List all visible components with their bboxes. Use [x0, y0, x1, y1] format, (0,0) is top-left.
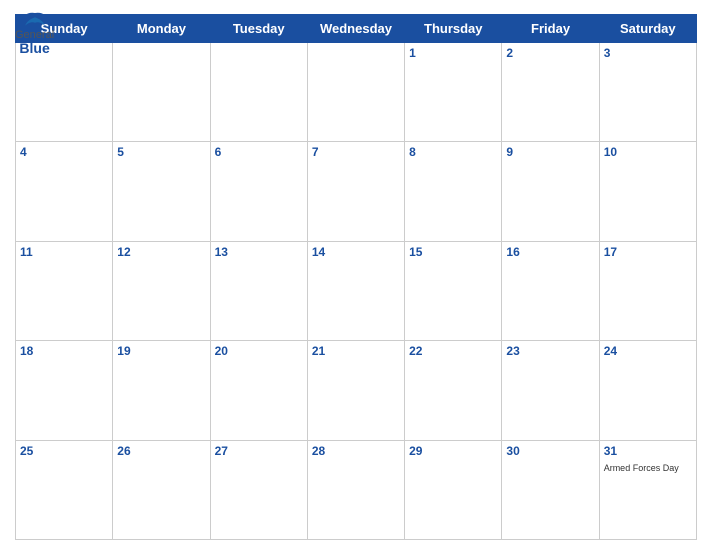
- calendar-table: SundayMondayTuesdayWednesdayThursdayFrid…: [15, 14, 697, 540]
- calendar-cell: 5: [113, 142, 210, 241]
- day-number: 20: [215, 344, 303, 358]
- calendar-cell: 11: [16, 241, 113, 340]
- calendar-cell: [307, 43, 404, 142]
- calendar-cell: 24: [599, 341, 696, 440]
- day-number: 12: [117, 245, 205, 259]
- day-number: 23: [506, 344, 594, 358]
- day-number: 25: [20, 444, 108, 458]
- weekday-monday: Monday: [113, 15, 210, 43]
- day-number: 8: [409, 145, 497, 159]
- calendar-cell: 7: [307, 142, 404, 241]
- day-number: 6: [215, 145, 303, 159]
- calendar-cell: 1: [405, 43, 502, 142]
- day-number: 17: [604, 245, 692, 259]
- day-number: 30: [506, 444, 594, 458]
- week-row-3: 11 12 13 14 15 16 17: [16, 241, 697, 340]
- day-number: 2: [506, 46, 594, 60]
- calendar-cell: 23: [502, 341, 599, 440]
- calendar-cell: 4: [16, 142, 113, 241]
- day-number: 21: [312, 344, 400, 358]
- logo-blue: Blue: [19, 41, 49, 55]
- calendar-cell: 17: [599, 241, 696, 340]
- weekday-wednesday: Wednesday: [307, 15, 404, 43]
- calendar-cell: 31 Armed Forces Day: [599, 440, 696, 539]
- day-number: 7: [312, 145, 400, 159]
- calendar-cell: 14: [307, 241, 404, 340]
- calendar-cell: 20: [210, 341, 307, 440]
- day-number: 11: [20, 245, 108, 259]
- calendar-cell: [113, 43, 210, 142]
- day-number: 28: [312, 444, 400, 458]
- weekday-friday: Friday: [502, 15, 599, 43]
- day-number: 29: [409, 444, 497, 458]
- day-number: 19: [117, 344, 205, 358]
- day-number: 26: [117, 444, 205, 458]
- calendar-cell: 18: [16, 341, 113, 440]
- week-row-1: 123: [16, 43, 697, 142]
- day-number: 3: [604, 46, 692, 60]
- calendar-cell: 19: [113, 341, 210, 440]
- calendar-cell: 25: [16, 440, 113, 539]
- calendar-cell: 2: [502, 43, 599, 142]
- event-label: Armed Forces Day: [604, 463, 679, 473]
- day-number: 31: [604, 444, 692, 458]
- day-number: 22: [409, 344, 497, 358]
- calendar-cell: 27: [210, 440, 307, 539]
- calendar-cell: 9: [502, 142, 599, 241]
- calendar-cell: 15: [405, 241, 502, 340]
- logo: General Blue: [15, 10, 54, 55]
- calendar-cell: 3: [599, 43, 696, 142]
- calendar-cell: 6: [210, 142, 307, 241]
- day-number: 1: [409, 46, 497, 60]
- calendar-cell: [16, 43, 113, 142]
- day-number: 5: [117, 145, 205, 159]
- day-number: 9: [506, 145, 594, 159]
- weekday-thursday: Thursday: [405, 15, 502, 43]
- week-row-2: 456789 10: [16, 142, 697, 241]
- week-row-4: 18 19 20 21 22 23 24: [16, 341, 697, 440]
- day-number: 4: [20, 145, 108, 159]
- calendar-cell: 22: [405, 341, 502, 440]
- day-number: 24: [604, 344, 692, 358]
- calendar-cell: 12: [113, 241, 210, 340]
- day-number: 13: [215, 245, 303, 259]
- calendar-cell: 21: [307, 341, 404, 440]
- calendar-cell: 13: [210, 241, 307, 340]
- day-number: 10: [604, 145, 692, 159]
- day-number: 14: [312, 245, 400, 259]
- calendar-cell: 8: [405, 142, 502, 241]
- day-number: 18: [20, 344, 108, 358]
- calendar-cell: 16: [502, 241, 599, 340]
- calendar-cell: 28: [307, 440, 404, 539]
- calendar-cell: [210, 43, 307, 142]
- calendar-cell: 30: [502, 440, 599, 539]
- day-number: 15: [409, 245, 497, 259]
- day-number: 27: [215, 444, 303, 458]
- calendar-cell: 10: [599, 142, 696, 241]
- weekday-tuesday: Tuesday: [210, 15, 307, 43]
- calendar-cell: 29: [405, 440, 502, 539]
- week-row-5: 25 26 27 28 29 30 31 Armed Forces Day: [16, 440, 697, 539]
- weekday-header-row: SundayMondayTuesdayWednesdayThursdayFrid…: [16, 15, 697, 43]
- day-number: 16: [506, 245, 594, 259]
- calendar-cell: 26: [113, 440, 210, 539]
- weekday-saturday: Saturday: [599, 15, 696, 43]
